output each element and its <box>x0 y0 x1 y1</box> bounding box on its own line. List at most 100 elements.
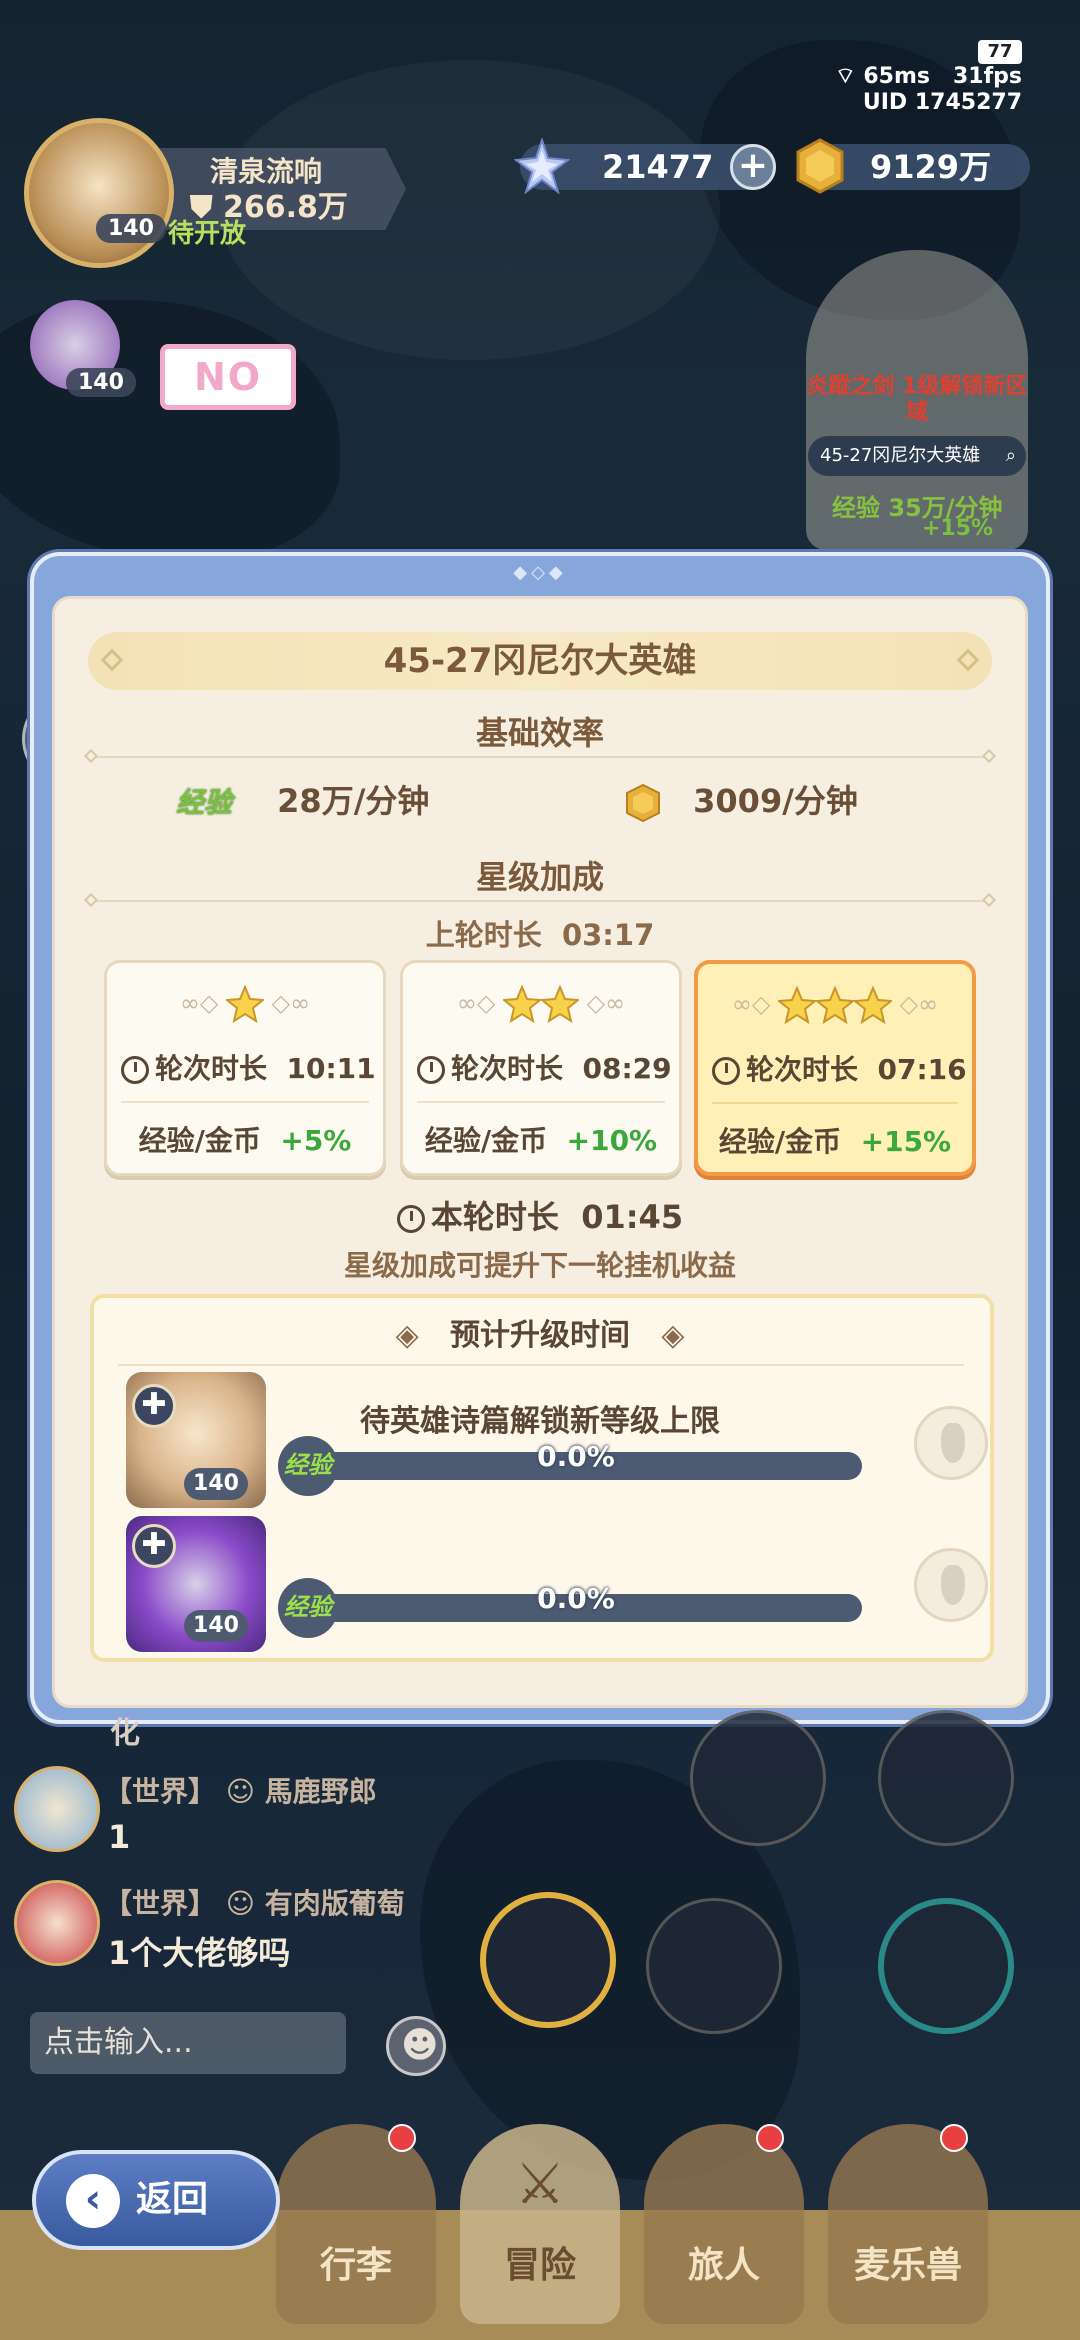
nav-pet[interactable]: 麦乐兽 <box>828 2124 988 2324</box>
star-bonus-hint: 星级加成可提升下一轮挂机收益 <box>343 1249 736 1282</box>
crossed-swords-icon: ⚔ <box>514 2152 566 2217</box>
unlock-hint: 炎蹤之剑 1级解锁新区域 <box>806 374 1028 425</box>
gem-counter: 21477 + <box>514 138 776 194</box>
gold-coin-icon <box>626 783 660 823</box>
chat-avatar[interactable] <box>14 1880 100 1966</box>
current-round-duration: 本轮时长 01:45 <box>0 1192 1080 1238</box>
round-duration: 轮次时长 08:29 <box>417 1047 672 1087</box>
hero-skill-button[interactable] <box>480 1892 616 2028</box>
chat-message: 1 <box>108 1818 131 1856</box>
gold-rate: 3009/分钟 <box>693 782 858 820</box>
upgrade-message: 待英雄诗篇解锁新等级上限 <box>360 1404 720 1439</box>
divider <box>417 1101 665 1103</box>
exp-progress-bar: 0.0% <box>290 1582 862 1622</box>
exp-potion-icon[interactable] <box>914 1406 988 1480</box>
companion-level: 140 <box>66 368 136 397</box>
exp-rate: 28万/分钟 <box>277 782 430 820</box>
nav-luggage[interactable]: 行李 <box>276 2124 436 2324</box>
stage-search[interactable]: 45-27冈尼尔大英雄 ⌕ <box>808 436 1026 476</box>
star-icon <box>816 986 854 1024</box>
star-card-2[interactable]: ∞◇ ◇∞ 轮次时长 08:29 经验/金币 +10% <box>400 960 682 1176</box>
bonus-value: 经验/金币 +5% <box>138 1124 352 1157</box>
chat-header: 【世界】 ☺ 有肉版葡萄 <box>104 1887 405 1920</box>
star-card-1[interactable]: ∞◇ ◇∞ 轮次时长 10:11 经验/金币 +5% <box>104 960 386 1176</box>
notification-dot <box>940 2124 968 2152</box>
avatar-icon: ☺ <box>225 1887 255 1920</box>
search-icon: ⌕ <box>1005 445 1016 466</box>
class-emblem-icon: ✚ <box>132 1524 176 1568</box>
exp-label: 经验 <box>176 786 233 819</box>
divider <box>83 748 997 764</box>
star-icon <box>541 985 579 1023</box>
uid: UID 1745277 <box>862 90 1022 115</box>
stage-widget[interactable]: 炎蹤之剑 1级解锁新区域 45-27冈尼尔大英雄 ⌕ 经验 35万/分钟 +15… <box>806 250 1028 550</box>
star-card-3[interactable]: ∞◇ ◇∞ 轮次时长 07:16 经验/金币 +15% <box>694 960 976 1176</box>
crystal-star-icon <box>514 138 570 194</box>
exp-progress-text: 0.0% <box>537 1440 615 1473</box>
divider <box>121 1101 369 1103</box>
emoji-button[interactable]: ☻ <box>386 2016 446 2076</box>
star-rating: ∞◇ ◇∞ <box>107 985 383 1023</box>
notification-dot <box>756 2124 784 2152</box>
diamond-ornament-icon <box>956 648 980 672</box>
fps: 31fps <box>952 64 1022 89</box>
round-duration: 轮次时长 10:11 <box>121 1047 376 1087</box>
avatar-icon: ☺ <box>225 1775 255 1808</box>
bonus-value: 经验/金币 +15% <box>718 1125 952 1158</box>
diamond-ornament-icon: ◈ <box>661 1318 685 1353</box>
exp-progress-text: 0.0% <box>537 1582 615 1615</box>
nav-traveler[interactable]: 旅人 <box>644 2124 804 2324</box>
back-arrow-icon: ‹ <box>66 2174 120 2228</box>
hero-skill-button[interactable] <box>690 1710 826 1846</box>
chat-input[interactable]: 点击输入... <box>30 2012 346 2074</box>
star-bonus-title: 星级加成 <box>475 858 604 896</box>
divider <box>83 892 997 908</box>
bonus-value: 经验/金币 +10% <box>424 1124 658 1157</box>
gold-rate-row: 3009/分钟 <box>624 776 858 823</box>
hero-level: 140 <box>184 1610 248 1642</box>
no-badge: NO <box>160 344 296 410</box>
nav-adventure[interactable]: ⚔ 冒险 <box>460 2124 620 2324</box>
exp-potion-icon[interactable] <box>914 1548 988 1622</box>
diamond-ornament-icon: ◈ <box>395 1318 419 1353</box>
smiley-icon: ☻ <box>401 2025 439 2066</box>
hero-skill-button[interactable] <box>878 1898 1014 2034</box>
player-state: 待开放 <box>168 219 247 249</box>
divider <box>712 1102 958 1104</box>
base-efficiency-title: 基础效率 <box>475 714 604 752</box>
gem-amount: 21477 <box>602 148 714 186</box>
star-icon <box>503 985 541 1023</box>
chat-header: 【世界】 ☺ 馬鹿野郎 <box>104 1775 377 1808</box>
exp-progress-bar: 0.0% <box>290 1440 862 1480</box>
stage-title: 45-27冈尼尔大英雄 <box>88 632 992 690</box>
exp-badge: 经验 <box>278 1436 338 1496</box>
clock-icon <box>712 1057 740 1085</box>
back-button[interactable]: ‹ 返回 <box>32 2150 280 2250</box>
round-duration: 轮次时长 07:16 <box>712 1048 967 1088</box>
star-rating: ∞◇ ◇∞ <box>403 985 679 1023</box>
chat-avatar[interactable] <box>14 1766 100 1852</box>
star-icon <box>854 986 892 1024</box>
star-icon <box>226 985 264 1023</box>
hero-skill-button[interactable] <box>646 1898 782 2034</box>
gold-coin-icon <box>796 138 844 194</box>
stage-bonus: +15% <box>922 516 994 541</box>
add-gems-button[interactable]: + <box>730 144 776 190</box>
player-avatar[interactable] <box>24 118 174 268</box>
notification-dot <box>388 2124 416 2152</box>
gold-amount: 9129万 <box>870 148 992 186</box>
divider <box>118 1364 964 1366</box>
clock-icon <box>121 1056 149 1084</box>
star-icon <box>778 986 816 1024</box>
wifi-icon: ⌔ <box>834 64 856 89</box>
exp-badge: 经验 <box>278 1578 338 1638</box>
clock-icon <box>396 1205 425 1233</box>
hero-skill-button[interactable] <box>878 1710 1014 1846</box>
star-rating: ∞◇ ◇∞ <box>698 986 972 1024</box>
status-bar: 77 ⌔ 65ms 31fps UID 1745277 <box>835 38 1022 116</box>
last-round-duration: 上轮时长 03:17 <box>425 918 655 952</box>
exp-rate-row: 经验 28万/分钟 <box>176 776 429 822</box>
gold-counter: 9129万 <box>796 138 1030 194</box>
prediction-title: ◈ 预计升级时间 ◈ <box>395 1318 685 1353</box>
chat-message: 1个大佬够吗 <box>108 1934 291 1972</box>
